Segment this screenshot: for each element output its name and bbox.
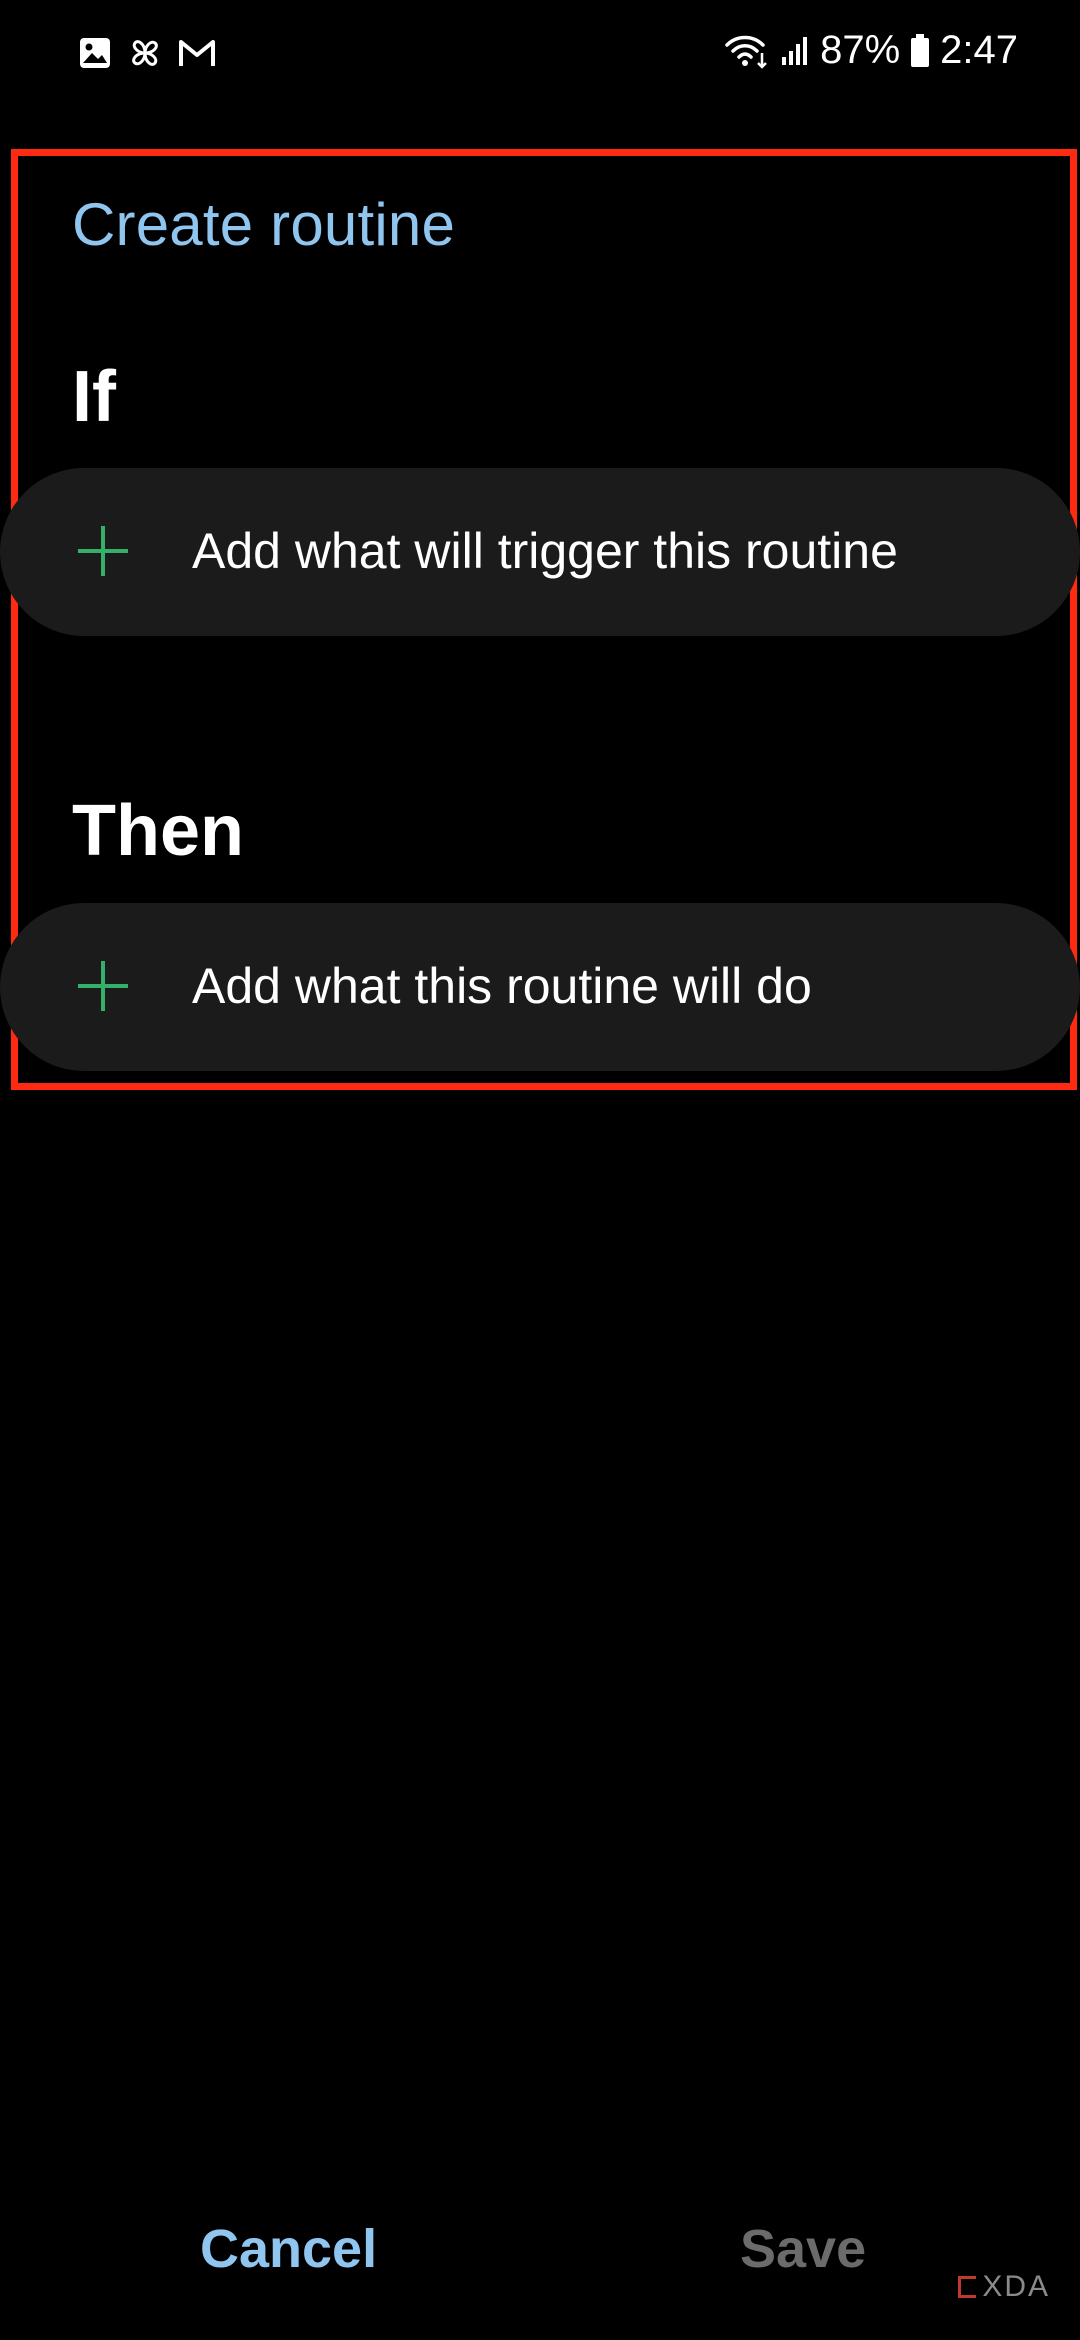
add-action-label: Add what this routine will do xyxy=(192,958,812,1014)
watermark: XDA xyxy=(958,2270,1050,2304)
wifi-icon xyxy=(724,33,770,69)
cancel-button[interactable]: Cancel xyxy=(200,2218,377,2280)
pinwheel-icon xyxy=(126,34,164,72)
save-button[interactable]: Save xyxy=(740,2218,866,2280)
gmail-icon xyxy=(178,38,216,68)
page-title: Create routine xyxy=(72,191,456,258)
clock: 2:47 xyxy=(940,28,1018,72)
signal-icon xyxy=(780,35,810,67)
plus-icon xyxy=(78,961,128,1011)
if-heading: If xyxy=(72,357,116,437)
notification-icons xyxy=(78,34,216,72)
add-trigger-label: Add what will trigger this routine xyxy=(192,523,898,579)
add-trigger-button[interactable]: Add what will trigger this routine xyxy=(0,468,1080,636)
gallery-icon xyxy=(78,36,112,70)
battery-percent: 87% xyxy=(820,28,901,72)
watermark-logo-icon xyxy=(958,2276,977,2298)
watermark-text: XDA xyxy=(982,2270,1050,2303)
plus-icon xyxy=(78,526,128,576)
then-heading: Then xyxy=(72,791,244,871)
status-bar: 87% 2:47 xyxy=(0,0,1080,106)
battery-icon xyxy=(910,33,930,68)
system-status: 87% 2:47 xyxy=(724,28,1018,73)
add-action-button[interactable]: Add what this routine will do xyxy=(0,903,1080,1071)
